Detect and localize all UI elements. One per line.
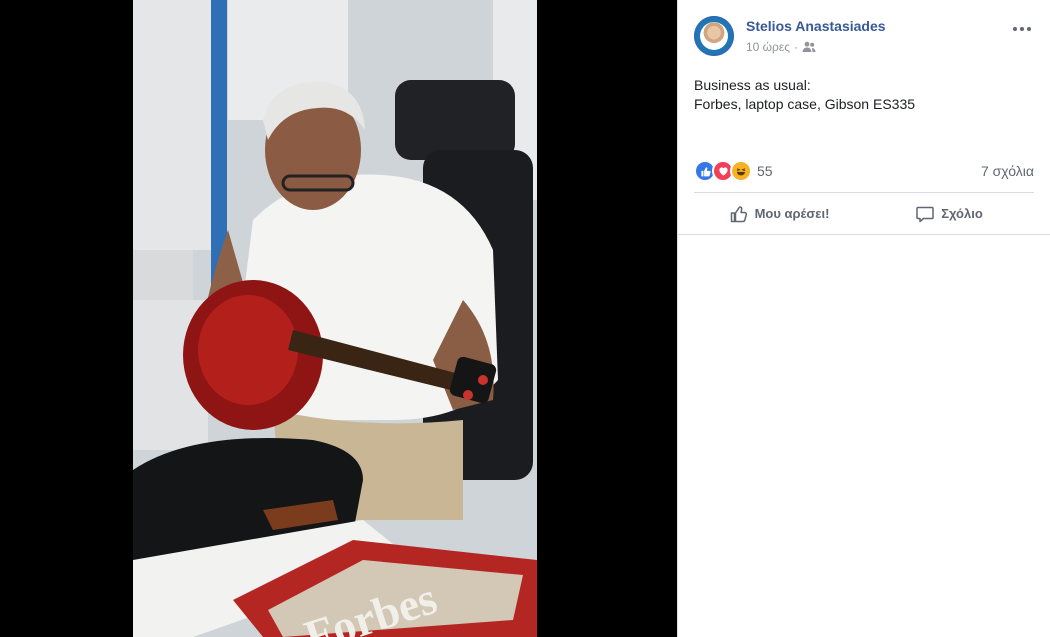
divider xyxy=(678,234,1050,235)
post-actions: Μου αρέσει! Σχόλιο xyxy=(694,193,1034,234)
more-dot-icon xyxy=(1027,27,1031,31)
friends-icon[interactable] xyxy=(802,41,816,53)
post-meta: 10 ώρες · xyxy=(746,40,816,54)
comment-button-label: Σχόλιο xyxy=(941,206,983,221)
more-options-button[interactable] xyxy=(1012,22,1032,36)
post-text-line-2: Forbes, laptop case, Gibson ES335 xyxy=(694,96,916,112)
comment-button[interactable]: Σχόλιο xyxy=(864,193,1034,234)
more-dot-icon xyxy=(1013,27,1017,31)
comments-count-link[interactable]: 7 σχόλια xyxy=(981,163,1034,179)
comment-bubble-icon xyxy=(916,206,934,222)
post-timestamp[interactable]: 10 ώρες xyxy=(746,40,790,54)
reaction-icons[interactable] xyxy=(694,160,752,182)
haha-reaction-icon xyxy=(730,160,752,182)
post-text-line-1: Business as usual: xyxy=(694,77,811,93)
photo-viewer: Forbes xyxy=(0,0,677,637)
photo-illustration: Forbes xyxy=(133,0,537,637)
post-panel: Stelios Anastasiades 10 ώρες · Business … xyxy=(677,0,1050,637)
author-avatar[interactable] xyxy=(694,16,734,56)
author-name-link[interactable]: Stelios Anastasiades xyxy=(746,18,886,34)
reactions-bar: 55 7 σχόλια xyxy=(694,159,1034,183)
like-button-label: Μου αρέσει! xyxy=(754,206,830,221)
more-dot-icon xyxy=(1020,27,1024,31)
reaction-count[interactable]: 55 xyxy=(757,163,773,179)
post-text: Business as usual: Forbes, laptop case, … xyxy=(694,76,1034,114)
thumbs-up-icon xyxy=(730,205,747,222)
post-photo[interactable]: Forbes xyxy=(133,0,537,637)
post-header: Stelios Anastasiades 10 ώρες · xyxy=(694,16,1038,60)
like-button[interactable]: Μου αρέσει! xyxy=(694,193,864,234)
meta-separator: · xyxy=(794,40,799,54)
